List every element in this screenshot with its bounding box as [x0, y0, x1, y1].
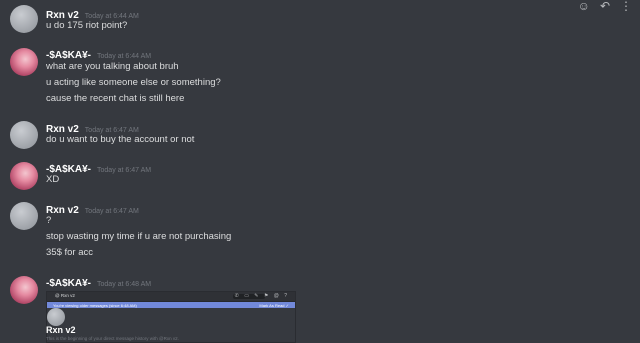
embed-banner-text: You're viewing older messages (since 6:4… [53, 302, 137, 308]
avatar[interactable] [10, 48, 38, 76]
message-header: Rxn v2 Today at 6:47 AM [46, 200, 139, 218]
avatar[interactable] [10, 162, 38, 190]
message-text: u do 175 riot point? [46, 20, 128, 31]
embed-avatar [47, 308, 65, 326]
username[interactable]: -$A$KA¥- [46, 50, 91, 61]
timestamp: Today at 6:47 AM [84, 127, 139, 134]
embed-channel-title: @ Rxn v2 [55, 293, 75, 298]
avatar[interactable] [10, 202, 38, 230]
message-group: -$A$KA¥- Today at 6:48 AM [0, 273, 640, 304]
avatar[interactable] [10, 121, 38, 149]
message-text: 35$ for acc [46, 247, 93, 258]
embed-toolbar-icons: ✆ ▭ ✎ ⚑ @ ? [234, 293, 289, 299]
message-group: Rxn v2 Today at 6:44 AM u do 175 riot poi… [0, 5, 640, 35]
avatar[interactable] [10, 5, 38, 33]
message-group: -$A$KA¥- Today at 6:44 AM what are you ta… [0, 45, 640, 105]
message-text: what are you talking about bruh [46, 61, 179, 72]
message-group: Rxn v2 Today at 6:47 AM do u want to buy … [0, 119, 640, 149]
message-text: u acting like someone else or something? [46, 77, 221, 88]
message-text: cause the recent chat is still here [46, 93, 185, 104]
timestamp: Today at 6:47 AM [97, 167, 152, 174]
timestamp: Today at 6:44 AM [97, 53, 152, 60]
embed-mark-read: Mark As Read ✓ [259, 302, 289, 308]
embed-subtitle: This is the beginning of your direct mes… [46, 336, 179, 341]
avatar[interactable] [10, 276, 38, 304]
message-header: -$A$KA¥- Today at 6:48 AM [46, 273, 151, 291]
timestamp: Today at 6:48 AM [97, 281, 152, 288]
message-header: -$A$KA¥- Today at 6:47 AM [46, 159, 151, 177]
embed-new-messages-banner: You're viewing older messages (since 6:4… [47, 302, 295, 308]
message-text: stop wasting my time if u are not purcha… [46, 231, 232, 242]
embed-titlebar: @ Rxn v2 ✆ ▭ ✎ ⚑ @ ? [47, 292, 295, 302]
embed-author-name: Rxn v2 [46, 325, 76, 335]
message-text: do u want to buy the account or not [46, 134, 195, 145]
message-group: -$A$KA¥- Today at 6:47 AM XD [0, 159, 640, 190]
message-text: XD [46, 174, 60, 185]
message-group: Rxn v2 Today at 6:47 AM ? stop wasting my… [0, 200, 640, 262]
message-text: ? [46, 215, 52, 226]
timestamp: Today at 6:47 AM [84, 208, 139, 215]
username[interactable]: -$A$KA¥- [46, 278, 91, 289]
timestamp: Today at 6:44 AM [84, 13, 139, 20]
